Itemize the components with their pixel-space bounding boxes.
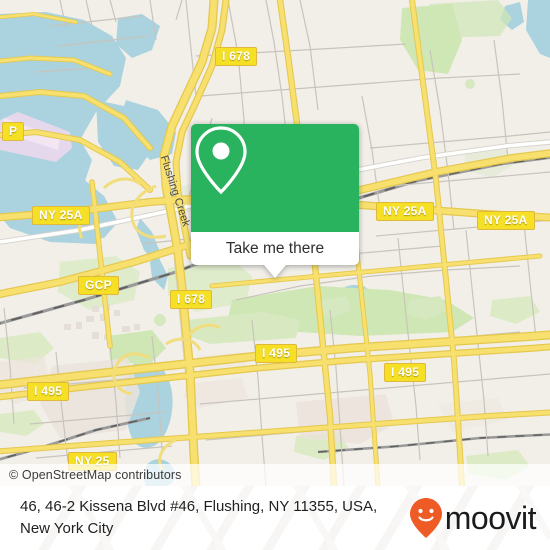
address-text: 46, 46-2 Kissena Blvd #46, Flushing, NY … [0,496,409,540]
popup-pointer [264,265,286,278]
road-shield: I 495 [255,344,298,363]
map-pin-icon [195,126,247,195]
road-shield: I 495 [384,363,427,382]
road-shield: I 495 [27,382,70,401]
moovit-wordmark: moovit [444,499,537,536]
address-line-2: New York City [20,520,114,537]
road-shield: GCP [78,276,119,295]
road-shield: P [2,122,25,141]
moovit-logo[interactable]: moovit [409,497,550,539]
address-line-1: 46, 46-2 Kissena Blvd #46, Flushing, NY … [20,498,378,515]
osm-attribution[interactable]: © OpenStreetMap contributors [0,464,550,486]
take-me-there-button[interactable]: Take me there [191,232,359,278]
map-canvas[interactable]: Flushing Creek PI 678 NY 25A NY 25A NY 25A G… [0,0,550,486]
road-shield: I 678 [215,47,258,66]
road-shield: NY 25A [477,211,535,230]
road-shield: NY 25A [32,206,90,225]
road-shield: NY 25A [376,202,434,221]
popup-pin-panel [191,124,359,232]
footer-bar: 46, 46-2 Kissena Blvd #46, Flushing, NY … [0,486,550,550]
moovit-pin-smiley-icon [409,498,442,538]
take-me-there-label: Take me there [225,239,325,257]
moovit-map-screenshot: Flushing Creek PI 678 NY 25A NY 25A NY 25A G… [0,0,550,550]
road-shield: I 678 [170,290,213,309]
destination-popup[interactable]: Take me there [191,124,359,278]
